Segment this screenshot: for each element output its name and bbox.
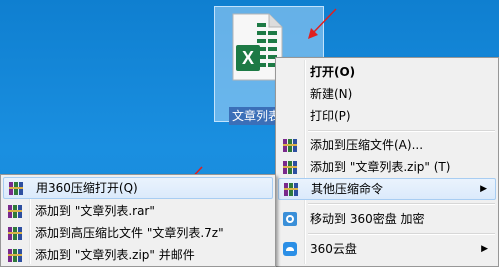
menu-item-label: 360云盘 [310, 242, 357, 256]
context-menu: 打开(O) 新建(N) 打印(P) 添加到压缩文件(A)... 添加到 "文章列… [275, 57, 499, 267]
menu-item-move-to-360-vault[interactable]: 移动到 360密盘 加密 [278, 208, 496, 230]
winrar-icon [8, 205, 22, 218]
menu-item-label: 新建(N) [310, 87, 353, 101]
360-vault-icon [283, 212, 297, 226]
submenu-arrow-icon: ▶ [481, 244, 488, 254]
winrar-icon [9, 182, 23, 195]
excel-badge-letter: X [242, 48, 254, 68]
annotation-arrow-icon [308, 8, 337, 39]
menu-item-label: 其他压缩命令 [311, 182, 384, 196]
submenu-item-add-to-rar[interactable]: 添加到 "文章列表.rar" [3, 200, 273, 222]
menu-item-label: 用360压缩打开(Q) [36, 181, 138, 195]
menu-item-label: 移动到 360密盘 加密 [310, 212, 425, 226]
submenu-item-add-to-7z[interactable]: 添加到高压缩比文件 "文章列表.7z" [3, 222, 273, 244]
menu-separator [308, 203, 495, 205]
menu-item-new[interactable]: 新建(N) [278, 83, 496, 105]
menu-item-print[interactable]: 打印(P) [278, 105, 496, 127]
menu-item-other-compression[interactable]: 其他压缩命令 ▶ [278, 178, 496, 200]
menu-item-open[interactable]: 打开(O) [278, 61, 496, 83]
submenu-item-add-to-zip-and-email[interactable]: 添加到 "文章列表.zip" 并邮件 [3, 244, 273, 266]
menu-item-add-to-zip[interactable]: 添加到 "文章列表.zip" (T) [278, 156, 496, 178]
menu-item-360-cloud[interactable]: 360云盘 ▶ [278, 238, 496, 260]
submenu-item-open-with-360zip[interactable]: 用360压缩打开(Q) [3, 177, 273, 199]
menu-item-label: 添加到高压缩比文件 "文章列表.7z" [35, 226, 224, 240]
360-cloud-icon [283, 242, 297, 256]
menu-item-label: 添加到 "文章列表.rar" [35, 204, 155, 218]
winrar-icon [8, 227, 22, 240]
menu-item-label: 打印(P) [310, 109, 351, 123]
menu-item-label: 添加到 "文章列表.zip" (T) [310, 160, 451, 174]
winrar-icon [283, 139, 297, 152]
menu-item-label: 添加到 "文章列表.zip" 并邮件 [35, 248, 195, 262]
menu-item-add-to-archive[interactable]: 添加到压缩文件(A)... [278, 134, 496, 156]
menu-separator [308, 233, 495, 235]
winrar-icon [284, 183, 298, 196]
winrar-icon [283, 161, 297, 174]
compression-submenu: 用360压缩打开(Q) 添加到 "文章列表.rar" 添加到高压缩比文件 "文章… [0, 174, 276, 267]
menu-item-label: 打开(O) [310, 65, 356, 79]
menu-item-label: 添加到压缩文件(A)... [310, 138, 424, 152]
winrar-icon [8, 249, 22, 262]
menu-separator [308, 130, 495, 132]
submenu-arrow-icon: ▶ [480, 184, 487, 194]
